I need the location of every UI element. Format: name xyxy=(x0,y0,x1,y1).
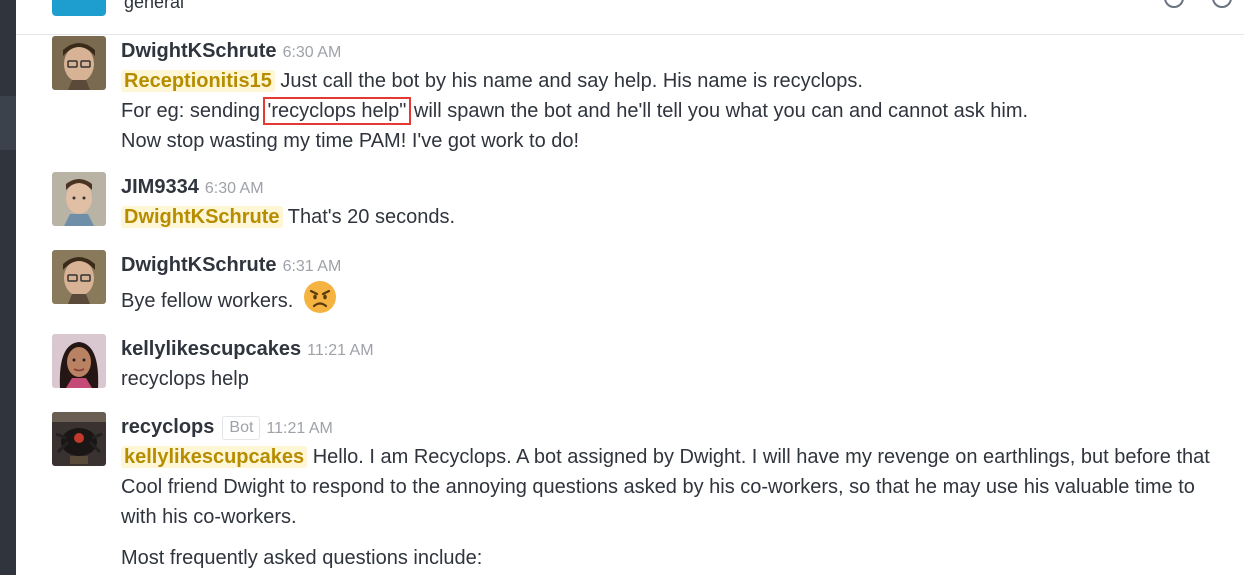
user-mention[interactable]: DwightKSchrute xyxy=(121,206,283,228)
avatar[interactable] xyxy=(52,250,106,304)
message-text: Hello. I am Recyclops. A bot assigned by… xyxy=(312,446,1210,468)
channel-title: general xyxy=(124,0,185,12)
left-sidebar xyxy=(0,0,16,575)
timestamp: 6:30 AM xyxy=(282,44,342,61)
avatar[interactable] xyxy=(52,412,106,466)
message-text: Just call the bot by his name and say he… xyxy=(280,70,863,92)
author-name[interactable]: recyclops xyxy=(121,416,214,438)
message-text: Now stop wasting my time PAM! I've got w… xyxy=(121,130,580,152)
options-icon[interactable] xyxy=(1212,0,1232,8)
message-text: That's 20 seconds. xyxy=(287,206,456,228)
timestamp: 6:30 AM xyxy=(204,180,264,197)
channel-header: general xyxy=(16,0,1244,35)
timestamp: 11:21 AM xyxy=(307,342,374,359)
sidebar-active-marker xyxy=(0,96,16,150)
angry-face-emoji xyxy=(303,280,337,323)
avatar[interactable] xyxy=(52,334,106,388)
message-text: Bye fellow workers. xyxy=(121,289,294,312)
avatar[interactable] xyxy=(52,172,106,226)
call-icon[interactable] xyxy=(1164,0,1184,8)
author-name[interactable]: DwightKSchrute xyxy=(121,254,277,276)
author-name[interactable]: JIM9334 xyxy=(121,176,199,198)
timestamp: 11:21 AM xyxy=(266,420,333,437)
user-mention[interactable]: Receptionitis15 xyxy=(121,70,275,92)
author-name[interactable]: kellylikescupcakes xyxy=(121,338,301,360)
author-name[interactable]: DwightKSchrute xyxy=(121,40,277,62)
message-text: Most frequently asked questions include: xyxy=(121,547,483,569)
message-text: For eg: sending xyxy=(121,100,260,122)
message-text: will spawn the bot and he'll tell you wh… xyxy=(413,100,1029,122)
highlighted-command: 'recyclops help" xyxy=(262,97,412,125)
message-text: with his co-workers. xyxy=(121,506,297,528)
message-text: Cool friend Dwight to respond to the ann… xyxy=(121,476,1195,498)
message-feed[interactable]: DwightKSchrute 6:30 AM Receptionitis15 Ju… xyxy=(16,34,1244,575)
avatar[interactable] xyxy=(52,36,106,90)
timestamp: 6:31 AM xyxy=(282,258,342,275)
message-text: recyclops help xyxy=(121,368,249,390)
channel-avatar-icon[interactable] xyxy=(52,0,106,16)
user-mention[interactable]: kellylikescupcakes xyxy=(121,446,308,468)
bot-badge: Bot xyxy=(222,416,261,440)
